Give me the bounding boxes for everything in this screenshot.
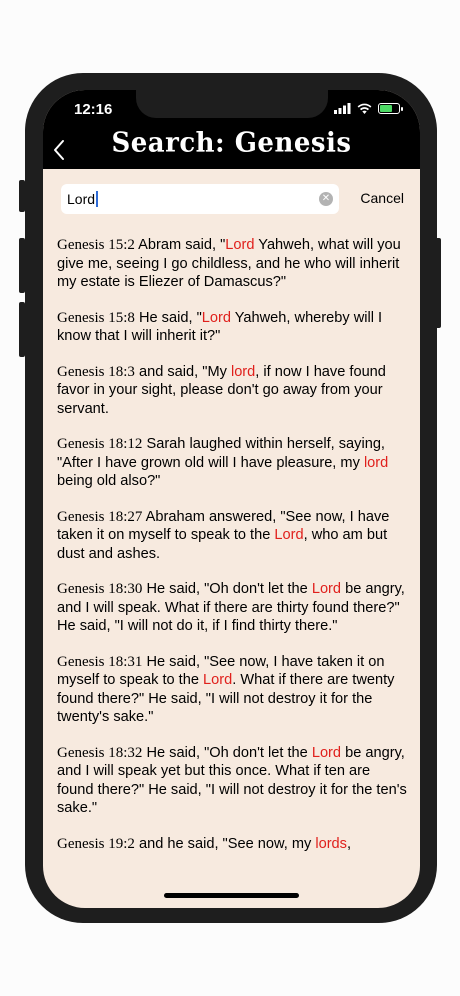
verse-text: , — [346, 835, 352, 852]
signal-icon — [334, 103, 351, 114]
verse-ref: Genesis 18:30 — [57, 581, 143, 597]
results-list: Genesis 15:2 Abram said, "Lord Yahweh, w… — [57, 236, 407, 870]
text-caret — [96, 191, 99, 207]
verse-ref: Genesis 15:2 — [57, 237, 135, 253]
verse-text: He said, "Oh don't let the — [142, 581, 312, 597]
verse-ref: Genesis 18:31 — [57, 653, 143, 670]
battery-icon — [378, 103, 403, 114]
list-item[interactable]: Genesis 18:31 He said, "See now, I have … — [57, 653, 407, 727]
list-item[interactable]: Genesis 15:8 He said, "Lord Yahweh, wher… — [57, 309, 407, 346]
list-item[interactable]: Genesis 18:3 and said, "My lord, if now … — [57, 363, 407, 419]
verse-text: He said, "Oh don't let the — [142, 744, 312, 761]
verse-text: and he said, "See now, my — [134, 835, 316, 852]
verse-hit: Lord — [311, 581, 342, 597]
verse-ref: Genesis 19:2 — [57, 835, 135, 852]
status-time: 12:16 — [74, 101, 113, 118]
verse-ref: Genesis 18:27 — [57, 508, 143, 525]
cancel-button[interactable]: Cancel — [360, 190, 404, 206]
verse-ref: Genesis 18:12 — [57, 436, 143, 452]
mute-switch — [19, 180, 25, 212]
verse-hit: lord — [363, 454, 389, 471]
verse-hit: Lord — [225, 237, 255, 253]
list-item[interactable]: Genesis 18:27 Abraham answered, "See now… — [57, 508, 407, 564]
verse-hit: Lord — [311, 744, 342, 761]
verse-text: Abram said, " — [134, 237, 226, 253]
home-indicator[interactable] — [164, 893, 299, 898]
list-item[interactable]: Genesis 19:2 and he said, "See now, my l… — [57, 835, 407, 854]
verse-text: He said, " — [134, 309, 202, 326]
status-icons — [334, 103, 403, 114]
wifi-icon — [357, 103, 372, 114]
verse-ref: Genesis 18:3 — [57, 363, 135, 380]
verse-hit: lord — [230, 363, 256, 380]
list-item[interactable]: Genesis 18:30 He said, "Oh don't let the… — [57, 580, 407, 636]
search-input[interactable]: Lord ✕ — [61, 184, 339, 214]
header-bar: 12:16 Search: Genesis — [43, 90, 420, 169]
page-title: Search: Genesis — [111, 127, 352, 159]
search-bar: Lord ✕ Cancel — [61, 184, 410, 214]
notch — [136, 90, 328, 118]
verse-text: being old also?" — [57, 473, 161, 489]
verse-hit: Lord — [274, 527, 304, 543]
verse-hit: Lord — [203, 672, 233, 688]
verse-ref: Genesis 18:32 — [57, 744, 143, 761]
verse-ref: Genesis 15:8 — [57, 309, 135, 326]
list-item[interactable]: Genesis 15:2 Abram said, "Lord Yahweh, w… — [57, 236, 407, 292]
verse-hit: Lord — [201, 309, 231, 326]
search-input-value: Lord — [67, 191, 96, 207]
clear-icon[interactable]: ✕ — [319, 192, 333, 206]
volume-down-button — [19, 302, 25, 357]
power-button — [435, 238, 441, 328]
verse-hit: lords — [315, 835, 347, 852]
list-item[interactable]: Genesis 18:32 He said, "Oh don't let the… — [57, 744, 407, 818]
list-item[interactable]: Genesis 18:12 Sarah laughed within herse… — [57, 435, 407, 491]
screen: 12:16 Search: Genesis Lord ✕ Cancel Gene… — [43, 90, 420, 908]
verse-text: and said, "My — [134, 363, 231, 380]
volume-up-button — [19, 238, 25, 293]
